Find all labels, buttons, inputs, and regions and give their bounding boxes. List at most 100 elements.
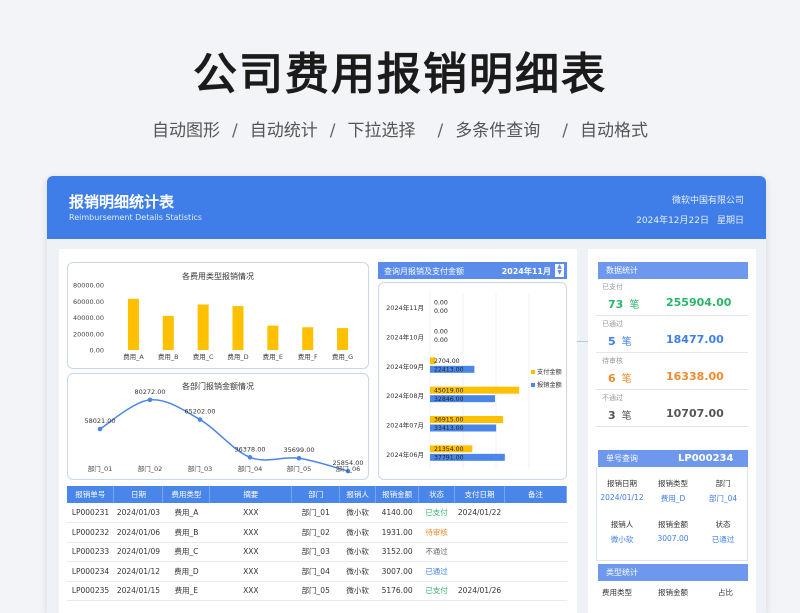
- table-cell: LP000234: [67, 561, 114, 582]
- series-line: [99, 399, 349, 472]
- table-cell: [504, 503, 567, 523]
- x-tick-label: 部门_02: [138, 464, 163, 473]
- data-label: 32846.00: [434, 396, 464, 403]
- connector-line: [577, 341, 588, 342]
- legend-label: 支付金额: [537, 368, 563, 376]
- query-value: 费用_D: [660, 494, 686, 503]
- type-stats-title: 类型统计: [596, 564, 748, 581]
- table-cell: XXX: [209, 503, 292, 523]
- bar: [127, 298, 139, 350]
- department-chart-svg: 58021.00 部门_01 80272.00 部门_02 65202.00 部门_03 3…: [84, 388, 364, 474]
- feature-list: 自动图形 / 自动统计 / 下拉选择 / 多条件查询 / 自动格式: [0, 116, 800, 141]
- y-tick-label: 40000.00: [73, 314, 104, 322]
- table-row[interactable]: LP000233 2024/01/09 费用_C XXX 部门_03 微小软 3152.00…: [67, 542, 567, 562]
- bar: [197, 304, 209, 350]
- table-row[interactable]: LP000232 2024/01/06 费用_B XXX 部门_02 微小软 1931.00…: [67, 522, 567, 543]
- x-tick-label: 费用_E: [263, 352, 283, 361]
- table-cell: 2024/01/06: [113, 522, 163, 543]
- query-label: 报销类型: [658, 479, 688, 488]
- table-cell: XXX: [209, 561, 292, 582]
- table-row[interactable]: LP000234 2024/01/12 费用_D XXX 部门_04 微小软 3007.00…: [67, 561, 567, 582]
- query-label: 状态: [715, 520, 731, 529]
- data-label: 35699.00: [283, 446, 314, 454]
- data-label: 0.00: [434, 299, 448, 306]
- stat-unit: 笔: [621, 411, 632, 422]
- query-value: 部门_04: [708, 494, 738, 503]
- table-cell: 费用_E: [162, 581, 210, 601]
- query-label: 报销日期: [607, 479, 637, 488]
- table-cell: 待审核: [418, 522, 455, 543]
- y-tick-label: 2024年08月: [386, 391, 424, 400]
- type-stats-col: 报销金额: [658, 588, 688, 597]
- query-id-input[interactable]: LP000234: [678, 450, 733, 467]
- table-cell: 微小软: [339, 542, 376, 562]
- data-label: 2704.00: [434, 358, 460, 365]
- stat-count-value: 5: [608, 335, 616, 348]
- stat-row: 已支付 73 笔 255904.00: [596, 279, 748, 316]
- expense-type-chart: 各费用类型报销情况 80000.00 60000.00 40000.00 20000.…: [67, 262, 369, 369]
- query-value: 2024/01/12: [600, 493, 644, 502]
- data-label: 36378.00: [234, 445, 265, 453]
- data-label: 80272.00: [134, 388, 165, 396]
- month-spinner[interactable]: ▲ ▼: [555, 264, 564, 277]
- table-cell: 不通过: [418, 542, 455, 562]
- x-tick-label: 费用_C: [193, 352, 214, 361]
- table-cell: 已支付: [418, 581, 455, 601]
- table-cell: [454, 522, 505, 543]
- legend-swatch: [531, 383, 535, 387]
- spin-down-icon[interactable]: ▼: [557, 269, 562, 276]
- stat-row: 待审核 6 笔 16338.00: [596, 353, 748, 390]
- table-cell: 4140.00: [375, 503, 419, 523]
- feature-item: 自动图形: [152, 121, 221, 141]
- type-stats-col: 占比: [718, 588, 733, 597]
- table-cell: LP000231: [67, 503, 114, 523]
- table-row[interactable]: LP000231 2024/01/03 费用_A XXX 部门_01 微小软 4140.00…: [67, 503, 567, 523]
- feature-separator: /: [437, 121, 444, 141]
- report-date: 2024年12月22日 星期日: [628, 213, 744, 226]
- bar: [302, 327, 314, 350]
- bar: [162, 315, 174, 350]
- stat-amount: 10707.00: [666, 407, 724, 420]
- stat-row: 不通过 3 笔 10707.00: [596, 390, 748, 427]
- right-pane: 数据统计 已支付 73 笔 255904.00 已通过 5 笔 18477.00 待审核 6 笔 16…: [588, 249, 756, 613]
- table-header-row: 报销单号 日期 费用类型 摘要 部门 报销人 报销金额 状态 支付日期 备注: [67, 486, 567, 503]
- stat-label: 待审核: [602, 357, 623, 365]
- table-cell: LP000232: [67, 522, 114, 543]
- data-point: [97, 426, 103, 432]
- data-label: 0.00: [434, 329, 448, 336]
- table-cell: 费用_B: [162, 522, 210, 543]
- data-label: 0.00: [434, 337, 448, 344]
- query-header: 单号查询 LP000234: [596, 450, 748, 467]
- month-chart: 2024年11月 0.00 0.00 2024年10月 0.00 0.00 2024年09月…: [378, 282, 567, 480]
- legend-label: 报销金额: [537, 381, 563, 389]
- stat-count-value: 6: [608, 372, 616, 385]
- bar: [267, 325, 279, 350]
- table-cell: XXX: [209, 522, 292, 543]
- stats-title: 数据统计: [596, 262, 748, 279]
- table-cell: 部门_04: [291, 561, 340, 582]
- table-cell: [454, 542, 505, 562]
- month-select-value[interactable]: 2024年11月: [502, 266, 551, 277]
- y-tick-label: 80000.00: [73, 282, 104, 290]
- detail-table: 报销单号 日期 费用类型 摘要 部门 报销人 报销金额 状态 支付日期 备注 L…: [67, 486, 567, 601]
- stat-count: 3笔: [608, 407, 632, 422]
- table-cell: 微小软: [339, 581, 376, 601]
- table-cell: 2024/01/26: [454, 581, 505, 601]
- col-header: 部门: [291, 486, 341, 503]
- bar: [232, 306, 244, 350]
- col-header: 支付日期: [454, 486, 506, 503]
- y-tick-label: 2024年10月: [386, 333, 424, 342]
- data-point: [197, 417, 203, 422]
- table-row[interactable]: LP000235 2024/01/15 费用_E XXX 部门_05 微小软 5176.00…: [67, 581, 567, 601]
- table-cell: 微小软: [339, 503, 376, 523]
- table-body: LP000231 2024/01/03 费用_A XXX 部门_01 微小软 4140.00…: [67, 503, 567, 601]
- feature-item: 自动统计: [249, 121, 318, 141]
- table-cell: 微小软: [339, 522, 376, 543]
- x-tick-label: 费用_G: [332, 352, 353, 361]
- date-text: 2024年12月22日: [636, 216, 709, 226]
- x-tick-label: 费用_D: [227, 352, 248, 361]
- stat-row: 已通过 5 笔 18477.00: [596, 316, 748, 353]
- report-card: 报销明细统计表 Reimbursement Details Statistics…: [47, 176, 766, 613]
- y-tick-label: 2024年06月: [386, 450, 424, 459]
- col-header: 备注: [504, 486, 567, 503]
